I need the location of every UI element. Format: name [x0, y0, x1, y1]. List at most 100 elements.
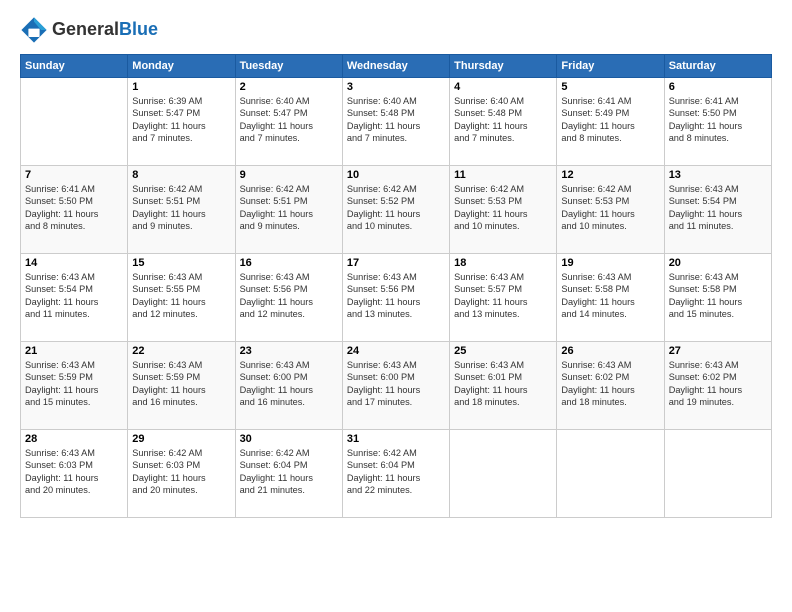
- day-number: 1: [132, 81, 230, 93]
- calendar-day-5: 5 Sunrise: 6:41 AMSunset: 5:49 PMDaylight…: [557, 78, 664, 166]
- calendar-day-27: 27 Sunrise: 6:43 AMSunset: 6:02 PMDayligh…: [664, 342, 771, 430]
- day-info: Sunrise: 6:40 AMSunset: 5:47 PMDaylight:…: [240, 95, 338, 145]
- day-number: 9: [240, 169, 338, 181]
- logo: GeneralBlue: [20, 16, 158, 44]
- calendar-day-12: 12 Sunrise: 6:42 AMSunset: 5:53 PMDayligh…: [557, 166, 664, 254]
- calendar-week-2: 7Sunrise: 6:41 AMSunset: 5:50 PMDaylight…: [21, 166, 772, 254]
- day-number: 17: [347, 257, 445, 269]
- day-number: 29: [132, 433, 230, 445]
- header: GeneralBlue: [20, 16, 772, 44]
- day-number: 23: [240, 345, 338, 357]
- day-info: Sunrise: 6:42 AMSunset: 6:04 PMDaylight:…: [347, 447, 445, 497]
- calendar-week-4: 21 Sunrise: 6:43 AMSunset: 5:59 PMDayligh…: [21, 342, 772, 430]
- calendar-day-2: 2 Sunrise: 6:40 AMSunset: 5:47 PMDaylight…: [235, 78, 342, 166]
- calendar-week-1: 1Sunrise: 6:39 AMSunset: 5:47 PMDaylight…: [21, 78, 772, 166]
- day-number: 24: [347, 345, 445, 357]
- day-info: Sunrise: 6:43 AMSunset: 5:55 PMDaylight:…: [132, 271, 230, 321]
- day-info: Sunrise: 6:42 AMSunset: 5:51 PMDaylight:…: [240, 183, 338, 233]
- day-info: Sunrise: 6:42 AMSunset: 5:53 PMDaylight:…: [561, 183, 659, 233]
- day-number: 5: [561, 81, 659, 93]
- day-info: Sunrise: 6:42 AMSunset: 6:03 PMDaylight:…: [132, 447, 230, 497]
- calendar-header-row: SundayMondayTuesdayWednesdayThursdayFrid…: [21, 55, 772, 78]
- calendar-day-25: 25Sunrise: 6:43 AMSunset: 6:01 PMDayligh…: [450, 342, 557, 430]
- day-number: 26: [561, 345, 659, 357]
- day-info: Sunrise: 6:43 AMSunset: 5:58 PMDaylight:…: [669, 271, 767, 321]
- day-info: Sunrise: 6:43 AMSunset: 6:02 PMDaylight:…: [561, 359, 659, 409]
- calendar-day-14: 14 Sunrise: 6:43 AMSunset: 5:54 PMDayligh…: [21, 254, 128, 342]
- day-number: 11: [454, 169, 552, 181]
- calendar: SundayMondayTuesdayWednesdayThursdayFrid…: [20, 54, 772, 518]
- calendar-week-3: 14 Sunrise: 6:43 AMSunset: 5:54 PMDayligh…: [21, 254, 772, 342]
- page: GeneralBlue SundayMondayTuesdayWednesday…: [0, 0, 792, 612]
- day-number: 28: [25, 433, 123, 445]
- day-number: 31: [347, 433, 445, 445]
- day-number: 13: [669, 169, 767, 181]
- day-info: Sunrise: 6:43 AMSunset: 5:59 PMDaylight:…: [132, 359, 230, 409]
- day-info: Sunrise: 6:43 AMSunset: 6:02 PMDaylight:…: [669, 359, 767, 409]
- calendar-empty-cell: [557, 430, 664, 518]
- day-number: 21: [25, 345, 123, 357]
- day-info: Sunrise: 6:42 AMSunset: 5:52 PMDaylight:…: [347, 183, 445, 233]
- calendar-day-20: 20 Sunrise: 6:43 AMSunset: 5:58 PMDayligh…: [664, 254, 771, 342]
- calendar-day-1: 1Sunrise: 6:39 AMSunset: 5:47 PMDaylight…: [128, 78, 235, 166]
- calendar-day-19: 19 Sunrise: 6:43 AMSunset: 5:58 PMDayligh…: [557, 254, 664, 342]
- calendar-empty-cell: [450, 430, 557, 518]
- calendar-day-24: 24Sunrise: 6:43 AMSunset: 6:00 PMDayligh…: [342, 342, 449, 430]
- day-info: Sunrise: 6:43 AMSunset: 5:56 PMDaylight:…: [240, 271, 338, 321]
- day-info: Sunrise: 6:43 AMSunset: 5:57 PMDaylight:…: [454, 271, 552, 321]
- calendar-day-31: 31 Sunrise: 6:42 AMSunset: 6:04 PMDayligh…: [342, 430, 449, 518]
- day-info: Sunrise: 6:41 AMSunset: 5:49 PMDaylight:…: [561, 95, 659, 145]
- logo-icon: [20, 16, 48, 44]
- day-number: 10: [347, 169, 445, 181]
- calendar-day-7: 7Sunrise: 6:41 AMSunset: 5:50 PMDaylight…: [21, 166, 128, 254]
- calendar-day-15: 15Sunrise: 6:43 AMSunset: 5:55 PMDayligh…: [128, 254, 235, 342]
- day-number: 30: [240, 433, 338, 445]
- calendar-day-16: 16 Sunrise: 6:43 AMSunset: 5:56 PMDayligh…: [235, 254, 342, 342]
- calendar-day-4: 4Sunrise: 6:40 AMSunset: 5:48 PMDaylight…: [450, 78, 557, 166]
- day-info: Sunrise: 6:43 AMSunset: 5:59 PMDaylight:…: [25, 359, 123, 409]
- day-info: Sunrise: 6:42 AMSunset: 5:51 PMDaylight:…: [132, 183, 230, 233]
- day-info: Sunrise: 6:43 AMSunset: 5:58 PMDaylight:…: [561, 271, 659, 321]
- calendar-day-29: 29 Sunrise: 6:42 AMSunset: 6:03 PMDayligh…: [128, 430, 235, 518]
- day-header-sunday: Sunday: [21, 55, 128, 78]
- day-number: 3: [347, 81, 445, 93]
- day-info: Sunrise: 6:43 AMSunset: 5:54 PMDaylight:…: [25, 271, 123, 321]
- day-info: Sunrise: 6:43 AMSunset: 6:00 PMDaylight:…: [240, 359, 338, 409]
- calendar-day-10: 10 Sunrise: 6:42 AMSunset: 5:52 PMDayligh…: [342, 166, 449, 254]
- day-number: 22: [132, 345, 230, 357]
- day-number: 16: [240, 257, 338, 269]
- day-info: Sunrise: 6:40 AMSunset: 5:48 PMDaylight:…: [347, 95, 445, 145]
- day-number: 12: [561, 169, 659, 181]
- day-number: 20: [669, 257, 767, 269]
- day-number: 19: [561, 257, 659, 269]
- day-header-saturday: Saturday: [664, 55, 771, 78]
- calendar-day-30: 30 Sunrise: 6:42 AMSunset: 6:04 PMDayligh…: [235, 430, 342, 518]
- calendar-day-8: 8 Sunrise: 6:42 AMSunset: 5:51 PMDaylight…: [128, 166, 235, 254]
- calendar-day-17: 17 Sunrise: 6:43 AMSunset: 5:56 PMDayligh…: [342, 254, 449, 342]
- calendar-day-13: 13Sunrise: 6:43 AMSunset: 5:54 PMDayligh…: [664, 166, 771, 254]
- day-info: Sunrise: 6:43 AMSunset: 5:56 PMDaylight:…: [347, 271, 445, 321]
- day-number: 8: [132, 169, 230, 181]
- day-info: Sunrise: 6:42 AMSunset: 6:04 PMDaylight:…: [240, 447, 338, 497]
- day-header-friday: Friday: [557, 55, 664, 78]
- day-number: 14: [25, 257, 123, 269]
- day-header-thursday: Thursday: [450, 55, 557, 78]
- day-info: Sunrise: 6:43 AMSunset: 6:01 PMDaylight:…: [454, 359, 552, 409]
- day-info: Sunrise: 6:42 AMSunset: 5:53 PMDaylight:…: [454, 183, 552, 233]
- calendar-day-28: 28 Sunrise: 6:43 AMSunset: 6:03 PMDayligh…: [21, 430, 128, 518]
- day-info: Sunrise: 6:43 AMSunset: 6:03 PMDaylight:…: [25, 447, 123, 497]
- day-number: 2: [240, 81, 338, 93]
- calendar-day-21: 21 Sunrise: 6:43 AMSunset: 5:59 PMDayligh…: [21, 342, 128, 430]
- calendar-day-3: 3 Sunrise: 6:40 AMSunset: 5:48 PMDaylight…: [342, 78, 449, 166]
- day-number: 6: [669, 81, 767, 93]
- day-number: 4: [454, 81, 552, 93]
- calendar-day-9: 9 Sunrise: 6:42 AMSunset: 5:51 PMDaylight…: [235, 166, 342, 254]
- logo-general-text: GeneralBlue: [52, 20, 158, 40]
- day-number: 27: [669, 345, 767, 357]
- day-header-monday: Monday: [128, 55, 235, 78]
- logo-text: GeneralBlue: [52, 20, 158, 40]
- day-number: 7: [25, 169, 123, 181]
- day-info: Sunrise: 6:41 AMSunset: 5:50 PMDaylight:…: [669, 95, 767, 145]
- day-header-tuesday: Tuesday: [235, 55, 342, 78]
- day-number: 18: [454, 257, 552, 269]
